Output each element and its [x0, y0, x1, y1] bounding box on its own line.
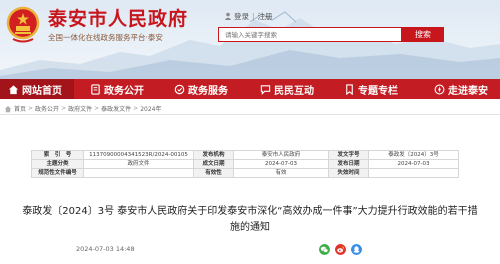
- site-subtitle: 全国一体化在线政务服务平台·泰安: [48, 33, 163, 42]
- qq-share-icon[interactable]: [351, 244, 362, 255]
- home-icon: [8, 84, 19, 94]
- meta-key: 发布日期: [328, 159, 369, 169]
- nav-item-gov-service[interactable]: 政务服务: [160, 79, 246, 99]
- meta-key: 发布机构: [193, 150, 234, 160]
- breadcrumb-home-icon[interactable]: [4, 105, 12, 113]
- nav-item-about-taian[interactable]: 走进泰安: [416, 79, 500, 99]
- meta-value: 有效: [233, 168, 329, 178]
- login-link[interactable]: 登录: [234, 12, 249, 21]
- meta-value: 泰安市人民政府: [233, 150, 329, 160]
- service-icon: [174, 84, 185, 94]
- breadcrumb-item[interactable]: 政府文件: [68, 104, 92, 113]
- meta-key: 成文日期: [193, 159, 234, 169]
- table-row: 索 引 号 11370900004341523R/2024-00105 发布机构…: [31, 150, 459, 160]
- breadcrumb-separator: >: [133, 105, 139, 112]
- compass-icon: [434, 84, 445, 94]
- breadcrumb-separator: >: [94, 105, 100, 112]
- meta-value: 2024-07-03: [233, 159, 329, 169]
- site-title[interactable]: 泰安市人民政府: [48, 8, 188, 30]
- register-link[interactable]: 注册: [258, 12, 273, 21]
- chat-icon: [260, 84, 271, 95]
- nav-item-label: 政务服务: [188, 85, 228, 97]
- nav-item-label: 网站首页: [22, 85, 62, 97]
- nav-item-interaction[interactable]: 民民互动: [246, 79, 330, 99]
- breadcrumb-separator: >: [28, 105, 34, 112]
- meta-value: 政府文件: [83, 159, 194, 169]
- meta-value: 11370900004341523R/2024-00105: [83, 150, 194, 160]
- breadcrumb-item[interactable]: 政务公开: [35, 104, 59, 113]
- publish-date: 2024-07-03 14:48: [76, 245, 135, 253]
- national-emblem-icon: [6, 6, 40, 43]
- table-row: 规范性文件编号 有效性 有效 失效时间: [31, 168, 459, 178]
- main-nav: 网站首页 政务公开 政务服务 民民互动 专题专栏 走进泰安: [0, 79, 500, 99]
- document-icon: [91, 83, 100, 95]
- breadcrumb-item[interactable]: 首页: [14, 104, 26, 113]
- header-banner: 泰安市人民政府 全国一体化在线政务服务平台·泰安 登录|注册 搜索: [0, 0, 500, 82]
- wechat-share-icon[interactable]: [319, 244, 330, 255]
- link-separator: |: [252, 12, 255, 21]
- meta-key: 规范性文件编号: [31, 168, 84, 178]
- meta-key: 主题分类: [31, 159, 84, 169]
- table-row: 主题分类 政府文件 成文日期 2024-07-03 发布日期 2024-07-0…: [31, 159, 459, 169]
- meta-value: 2024-07-03: [368, 159, 459, 169]
- nav-item-label: 民民互动: [274, 85, 314, 97]
- article-title: 泰政发〔2024〕3号 泰安市人民政府关于印发泰安市深化“高效办成一件事”大力提…: [22, 206, 478, 233]
- document-metadata-table: 索 引 号 11370900004341523R/2024-00105 发布机构…: [31, 150, 459, 178]
- nav-item-label: 政务公开: [104, 85, 144, 97]
- nav-item-home[interactable]: 网站首页: [0, 79, 74, 99]
- user-icon: [224, 12, 232, 20]
- meta-value: [83, 168, 194, 178]
- search-button[interactable]: 搜索: [402, 27, 444, 42]
- nav-item-label: 专题专栏: [358, 85, 398, 97]
- breadcrumb-item[interactable]: 泰政发文件: [101, 104, 131, 113]
- breadcrumb-item-current[interactable]: 2024年: [140, 104, 161, 113]
- divider: [0, 114, 500, 115]
- nav-item-gov-open[interactable]: 政务公开: [74, 79, 160, 99]
- bookmark-icon: [346, 83, 353, 95]
- search-input[interactable]: [218, 27, 402, 42]
- meta-value: [368, 168, 459, 178]
- breadcrumb-separator: >: [61, 105, 67, 112]
- meta-key: 索 引 号: [31, 150, 84, 160]
- meta-key: 发文字号: [328, 150, 369, 160]
- page: 泰安市人民政府 全国一体化在线政务服务平台·泰安 登录|注册 搜索 网站首页 政…: [0, 0, 500, 264]
- nav-item-special-topics[interactable]: 专题专栏: [330, 79, 416, 99]
- account-links: 登录 | 注册: [224, 11, 273, 22]
- meta-key: 有效性: [193, 168, 234, 178]
- weibo-share-icon[interactable]: [335, 244, 346, 255]
- meta-key: 失效时间: [328, 168, 369, 178]
- breadcrumb: 首页 > 政务公开 > 政府文件 > 泰政发文件 > 2024年: [4, 104, 161, 113]
- nav-item-label: 走进泰安: [448, 85, 488, 97]
- meta-value: 泰政发〔2024〕3号: [368, 150, 459, 160]
